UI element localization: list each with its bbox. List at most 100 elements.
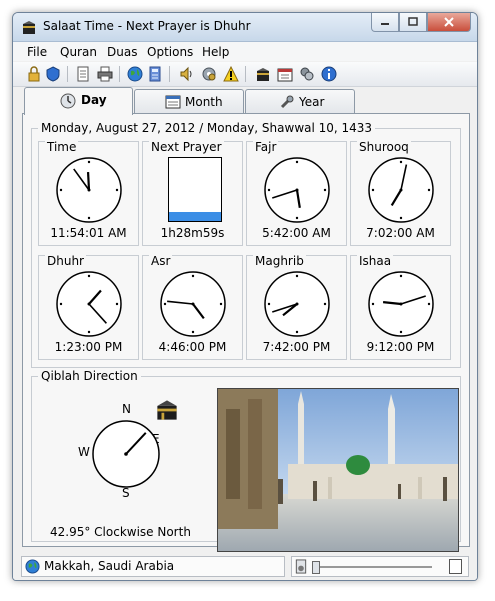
clock-tick: [295, 274, 299, 278]
clock-tick: [399, 216, 403, 220]
clock-cell-fajr: Fajr 5:42:00 AM: [246, 140, 347, 246]
volume-panel: [291, 556, 469, 577]
clock-tick: [115, 302, 119, 306]
tab-year[interactable]: Year: [245, 89, 355, 114]
hour-hand: [86, 171, 91, 191]
close-icon: [444, 17, 454, 27]
menu-quran[interactable]: Quran: [60, 45, 97, 59]
clock-tick: [399, 160, 403, 164]
clock-tick: [87, 160, 91, 164]
clock-label: Maghrib: [253, 254, 306, 268]
clock-face-ishaa: [368, 271, 434, 337]
lock-icon[interactable]: [26, 66, 42, 82]
clock-tick: [87, 274, 91, 278]
clock-time: 7:42:00 PM: [262, 340, 331, 354]
clock-label: Time: [45, 140, 79, 154]
clock-cell-shurooq: Shurooq 7:02:00 AM: [350, 140, 451, 246]
kaaba-icon[interactable]: [255, 66, 271, 82]
clock-label: Dhuhr: [45, 254, 86, 268]
tab-year-label: Year: [299, 95, 325, 109]
maximize-button[interactable]: [399, 13, 427, 32]
clock-time: 11:54:01 AM: [50, 226, 127, 240]
status-bar: Makkah, Saudi Arabia: [13, 553, 477, 580]
volume-track: [312, 566, 432, 568]
clock-time: 5:42:00 AM: [262, 226, 331, 240]
clock-center: [191, 302, 195, 306]
clock-tick: [191, 274, 195, 278]
maximize-icon: [408, 17, 418, 26]
compass-west: W: [78, 445, 90, 459]
clock-cell-dhuhr: Dhuhr 1:23:00 PM: [38, 254, 139, 360]
minimize-button[interactable]: [371, 13, 399, 32]
clock-face-fajr: [264, 157, 330, 223]
clock-cell-maghrib: Maghrib 7:42:00 PM: [246, 254, 347, 360]
speaker-icon[interactable]: [179, 66, 195, 82]
globe-icon: [25, 559, 40, 574]
clock-face-shurooq: [368, 157, 434, 223]
next-prayer-cell: Next Prayer 1h28m59s: [142, 140, 243, 246]
clock-label: Asr: [149, 254, 173, 268]
calendar-icon: [165, 95, 181, 109]
tools-icon[interactable]: [299, 66, 315, 82]
clock-time: 1:23:00 PM: [54, 340, 123, 354]
clock-label: Fajr: [253, 140, 279, 154]
info-icon[interactable]: [321, 66, 337, 82]
clock-time: 9:12:00 PM: [366, 340, 435, 354]
menu-help[interactable]: Help: [202, 45, 229, 59]
clock-tick: [115, 188, 119, 192]
compass-north: N: [122, 402, 131, 416]
tab-day[interactable]: Day: [24, 87, 133, 115]
qiblah-compass: [92, 420, 160, 488]
tab-day-label: Day: [81, 93, 107, 107]
next-prayer-label: Next Prayer: [149, 140, 224, 154]
title-bar[interactable]: Salaat Time - Next Prayer is Dhuhr: [13, 13, 477, 42]
clock-cell-asr: Asr 4:46:00 PM: [142, 254, 243, 360]
printer-icon[interactable]: [97, 66, 113, 82]
menu-options[interactable]: Options: [147, 45, 193, 59]
calendar-icon[interactable]: [277, 66, 293, 82]
clock-face-time: [56, 157, 122, 223]
calculator-icon[interactable]: [147, 66, 163, 82]
clock-tick: [371, 188, 375, 192]
clock-tick: [59, 188, 63, 192]
clock-face-asr: [160, 271, 226, 337]
menu-file[interactable]: File: [27, 45, 47, 59]
globe-icon[interactable]: [127, 66, 143, 82]
settings-icon[interactable]: [201, 66, 217, 82]
volume-slider-thumb[interactable]: [312, 561, 320, 574]
document-icon[interactable]: [75, 66, 91, 82]
wrench-icon: [280, 95, 294, 109]
clock-tick: [87, 216, 91, 220]
clock-center: [87, 188, 91, 192]
menu-duas[interactable]: Duas: [107, 45, 137, 59]
clock-label: Shurooq: [357, 140, 411, 154]
clock-center: [399, 302, 403, 306]
clock-tick: [295, 330, 299, 334]
clock-center: [399, 188, 403, 192]
mute-checkbox[interactable]: [449, 559, 462, 574]
clock-face-maghrib: [264, 271, 330, 337]
tab-month-label: Month: [185, 95, 223, 109]
kaaba-icon: [23, 21, 35, 34]
close-button[interactable]: [427, 13, 471, 32]
clock-icon: [60, 93, 76, 109]
qiblah-caption: 42.95° Clockwise North: [50, 525, 191, 539]
next-prayer-countdown: 1h28m59s: [160, 226, 225, 240]
window-title: Salaat Time - Next Prayer is Dhuhr: [43, 19, 251, 33]
clock-tick: [371, 302, 375, 306]
clock-tick: [267, 302, 271, 306]
clock-tick: [87, 330, 91, 334]
clock-tick: [295, 216, 299, 220]
clock-face-dhuhr: [56, 271, 122, 337]
toolbar: [13, 62, 477, 87]
warning-icon[interactable]: [223, 66, 239, 82]
clock-center: [87, 302, 91, 306]
clock-tick: [323, 302, 327, 306]
location-text: Makkah, Saudi Arabia: [44, 559, 175, 573]
next-prayer-progress-fill: [169, 211, 221, 221]
mosque-photo: [217, 388, 459, 552]
tab-month[interactable]: Month: [134, 89, 244, 114]
shield-icon[interactable]: [45, 66, 61, 82]
clock-tick: [219, 302, 223, 306]
compass-center: [124, 452, 128, 456]
